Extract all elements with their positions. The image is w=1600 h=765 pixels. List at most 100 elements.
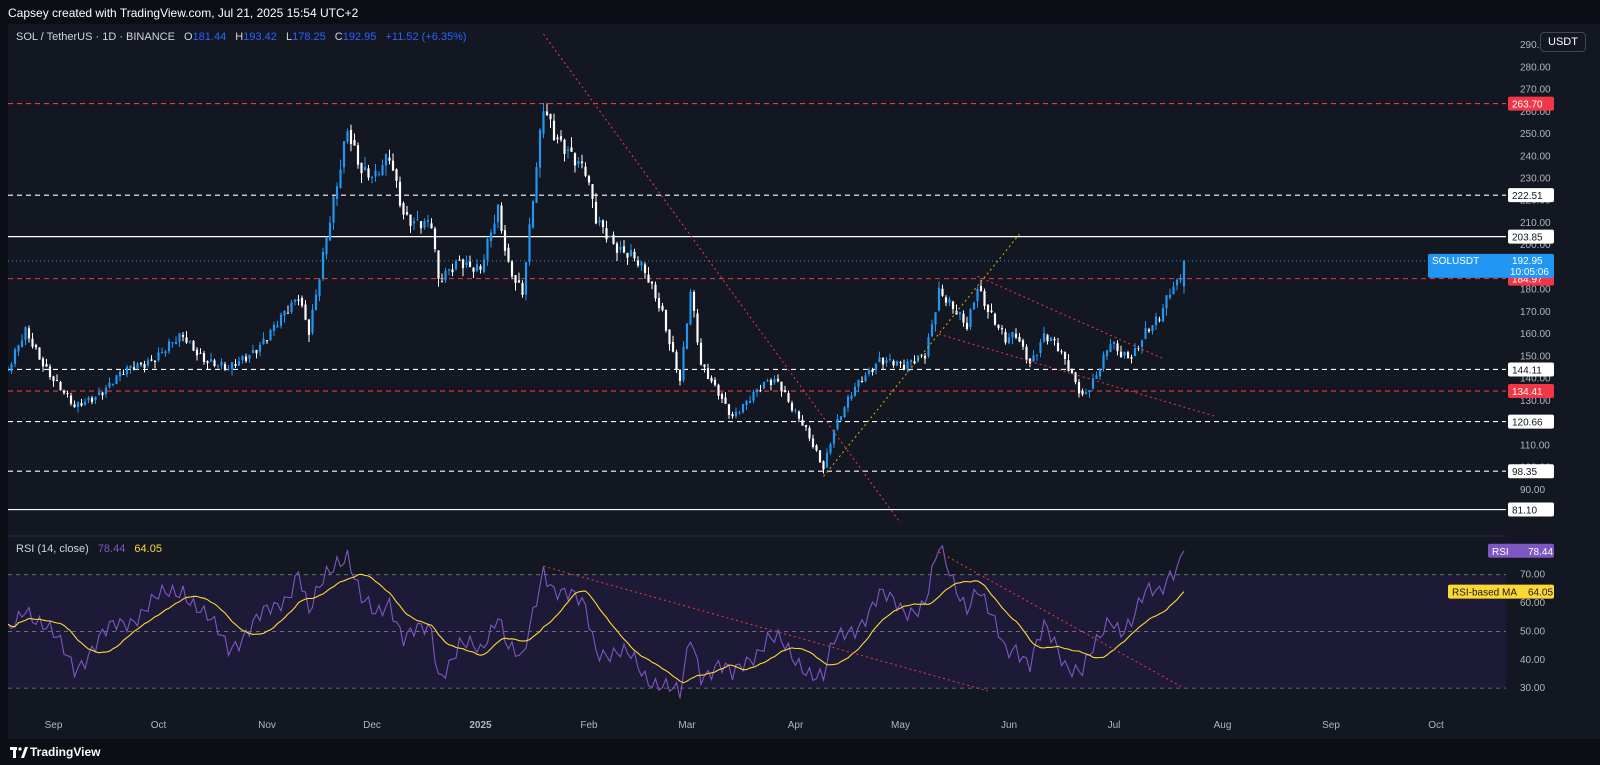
candle-body (360, 163, 363, 174)
rsi-axis-tag-value: 78.44 (1528, 547, 1553, 558)
chart-canvas[interactable]: 90.00100.00110.00120.00130.00140.00150.0… (8, 24, 1600, 739)
candle-body (1046, 334, 1049, 342)
candle-body (1032, 355, 1035, 362)
candle-body (500, 205, 503, 231)
candle-body (622, 246, 626, 253)
candle-body (685, 323, 689, 349)
candle-body (556, 137, 559, 140)
candle-body (405, 212, 409, 215)
candle-body (251, 349, 255, 354)
candle-body (69, 395, 73, 404)
price-level-tag: 203.85 (1508, 229, 1554, 244)
price-level-label: 222.51 (1512, 191, 1543, 202)
candle-body (1053, 338, 1056, 341)
candle-body (815, 445, 818, 451)
candle-body (573, 153, 577, 166)
candle-body (829, 444, 832, 453)
candle-body (780, 381, 783, 392)
candle-body (661, 305, 664, 311)
candle-body (640, 262, 643, 266)
candle-body (528, 224, 531, 262)
candle-body (941, 288, 944, 296)
tradingview-brand[interactable]: TradingView (30, 745, 100, 759)
price-level-label: 134.41 (1512, 387, 1543, 398)
candle-body (80, 403, 83, 406)
price-axis-tick: 250.00 (1520, 129, 1551, 140)
candle-body (892, 360, 895, 366)
candle-body (696, 313, 699, 343)
price-axis-tick: 160.00 (1520, 329, 1551, 340)
candle-body (874, 363, 878, 371)
price-axis-tick: 110.00 (1520, 440, 1550, 451)
candle-body (363, 166, 367, 171)
candle-body (1130, 357, 1133, 359)
candle-body (90, 397, 94, 402)
candle-body (1060, 351, 1063, 353)
candle-body (979, 286, 983, 292)
candle-body (1063, 352, 1067, 359)
candle-body (216, 365, 220, 367)
candle-body (906, 361, 909, 370)
candle-body (934, 312, 937, 325)
candle-body (269, 330, 272, 341)
candle-body (724, 397, 727, 404)
candle-body (808, 427, 811, 439)
time-axis-tick: May (891, 720, 910, 731)
candle-body (650, 281, 654, 284)
candle-body (1042, 333, 1046, 342)
candle-body (930, 324, 934, 337)
candle-body (580, 161, 584, 164)
candle-body (122, 374, 125, 376)
symbol-title[interactable]: SOL / TetherUS · 1D · BINANCE (16, 31, 175, 43)
bar-countdown: 10:05:06 (1510, 267, 1549, 278)
time-axis-tick: Jul (1108, 720, 1121, 731)
candle-body (55, 380, 59, 382)
candle-body (731, 413, 734, 417)
candle-body (248, 354, 251, 359)
candle-body (951, 301, 955, 309)
rsi-axis-tag: RSI 78.44 (1488, 543, 1554, 558)
candle-body (139, 362, 143, 365)
candle-body (293, 299, 297, 302)
candle-body (1056, 342, 1060, 352)
price-level-tag: 120.66 (1508, 414, 1554, 429)
rsi-title[interactable]: RSI (14, close) (16, 543, 89, 555)
candle-body (206, 361, 209, 364)
candle-body (412, 221, 416, 224)
price-level-label: 81.10 (1512, 506, 1537, 517)
candle-body (948, 299, 951, 303)
candle-body (1081, 391, 1084, 395)
candle-body (489, 232, 493, 241)
candle-body (643, 264, 647, 273)
candle-body (10, 364, 13, 372)
chart-panel[interactable]: 90.00100.00110.00120.00130.00140.00150.0… (8, 24, 1600, 739)
candle-body (1067, 360, 1070, 371)
candle-body (759, 390, 762, 392)
currency-button[interactable]: USDT (1540, 32, 1586, 52)
candle-body (157, 352, 160, 361)
candle-body (619, 246, 622, 250)
candle-body (706, 368, 710, 379)
credit-text: Capsey created with TradingView.com, Jul… (8, 6, 359, 20)
candle-body (244, 356, 248, 361)
candle-body (1182, 260, 1186, 287)
candle-body (230, 362, 234, 370)
candle-body (1161, 308, 1165, 322)
candle-body (1074, 372, 1077, 383)
candle-body (1095, 375, 1098, 379)
candle-body (514, 275, 517, 283)
candle-body (570, 147, 573, 152)
price-level-tag: 263.70 (1508, 96, 1554, 111)
candle-body (899, 362, 902, 364)
last-price-symbol: SOLUSDT (1432, 256, 1479, 267)
candle-body (209, 359, 213, 362)
candle-body (199, 352, 202, 354)
candle-body (972, 302, 976, 310)
candle-body (962, 313, 965, 323)
candle-body (174, 341, 178, 345)
candle-body (1147, 329, 1151, 332)
candle-body (160, 351, 164, 353)
price-level-label: 120.66 (1512, 418, 1543, 429)
candle-body (860, 381, 864, 383)
price-level-label: 203.85 (1512, 233, 1543, 244)
